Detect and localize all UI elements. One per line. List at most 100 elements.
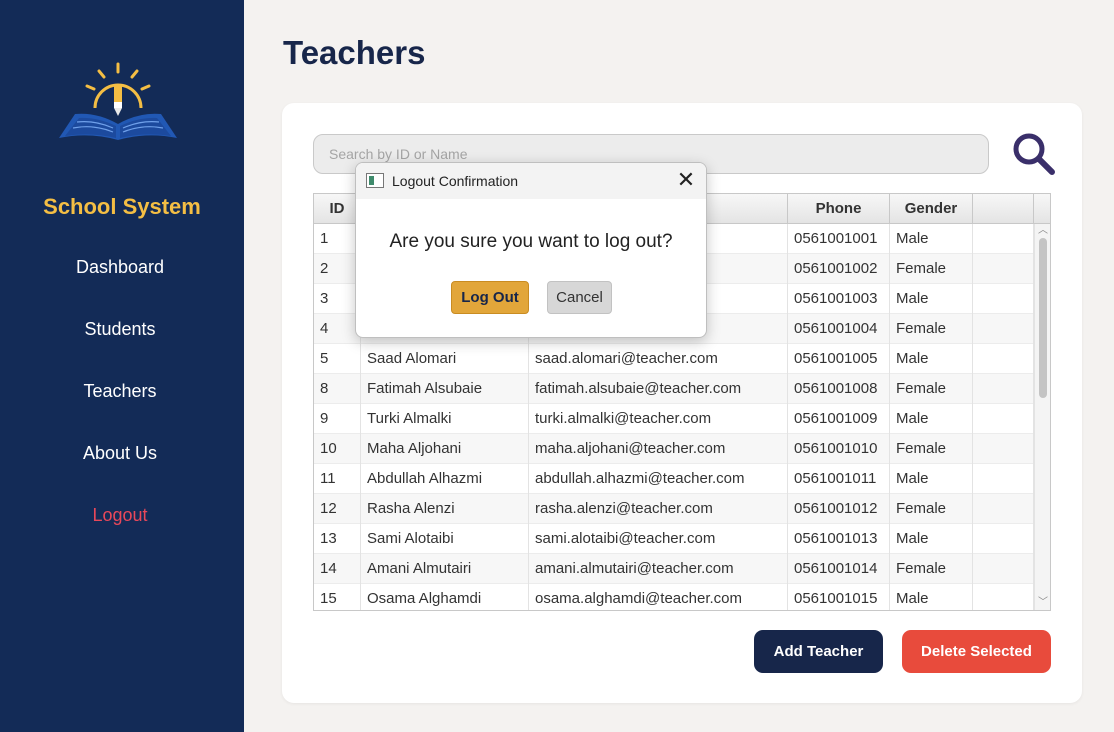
nav-dashboard[interactable]: Dashboard bbox=[0, 257, 240, 278]
cell-phone: 0561001004 bbox=[788, 314, 890, 344]
sidebar: School System Dashboard Students Teacher… bbox=[0, 0, 244, 732]
cell-phone: 0561001005 bbox=[788, 344, 890, 374]
cell-gender: Female bbox=[890, 494, 973, 524]
cell-phone: 0561001014 bbox=[788, 554, 890, 584]
cell-extra bbox=[973, 524, 1034, 554]
table-row[interactable]: 5 Saad Alomari saad.alomari@teacher.com 056… bbox=[314, 344, 1034, 374]
cell-email: osama.alghamdi@teacher.com bbox=[529, 584, 788, 610]
cell-gender: Female bbox=[890, 374, 973, 404]
cell-phone: 0561001010 bbox=[788, 434, 890, 464]
table-row[interactable]: 13 Sami Alotaibi sami.alotaibi@teacher.com… bbox=[314, 524, 1034, 554]
cell-name: Rasha Alenzi bbox=[361, 494, 529, 524]
cell-extra bbox=[973, 314, 1034, 344]
cell-extra bbox=[973, 584, 1034, 610]
cell-phone: 0561001002 bbox=[788, 254, 890, 284]
table-row[interactable]: 11 Abdullah Alhazmi abdullah.alhazmi@teach… bbox=[314, 464, 1034, 494]
cell-phone: 0561001015 bbox=[788, 584, 890, 610]
nav-teachers[interactable]: Teachers bbox=[0, 381, 240, 402]
cell-email: fatimah.alsubaie@teacher.com bbox=[529, 374, 788, 404]
cell-name: Saad Alomari bbox=[361, 344, 529, 374]
cell-phone: 0561001009 bbox=[788, 404, 890, 434]
cell-extra bbox=[973, 284, 1034, 314]
cell-name: Amani Almutairi bbox=[361, 554, 529, 584]
cell-id: 9 bbox=[314, 404, 361, 434]
cell-phone: 0561001012 bbox=[788, 494, 890, 524]
cell-name: Maha Aljohani bbox=[361, 434, 529, 464]
cell-email: sami.alotaibi@teacher.com bbox=[529, 524, 788, 554]
logout-dialog: Logout Confirmation ✕ Are you sure you w… bbox=[355, 162, 707, 338]
cell-name: Osama Alghamdi bbox=[361, 584, 529, 610]
table-row[interactable]: 10 Maha Aljohani maha.aljohani@teacher.com… bbox=[314, 434, 1034, 464]
cell-email: saad.alomari@teacher.com bbox=[529, 344, 788, 374]
cell-id: 11 bbox=[314, 464, 361, 494]
add-teacher-button[interactable]: Add Teacher bbox=[754, 630, 883, 673]
cell-gender: Male bbox=[890, 284, 973, 314]
school-logo-icon bbox=[59, 62, 177, 140]
table-row[interactable]: 15 Osama Alghamdi osama.alghamdi@teacher.c… bbox=[314, 584, 1034, 610]
scroll-thumb[interactable] bbox=[1039, 238, 1047, 398]
table-scrollbar[interactable]: ︿ ﹀ bbox=[1034, 224, 1050, 610]
cell-id: 2 bbox=[314, 254, 361, 284]
cancel-button[interactable]: Cancel bbox=[547, 281, 612, 314]
confirm-logout-button[interactable]: Log Out bbox=[451, 281, 529, 314]
cell-email: maha.aljohani@teacher.com bbox=[529, 434, 788, 464]
cell-gender: Female bbox=[890, 314, 973, 344]
cell-id: 13 bbox=[314, 524, 361, 554]
page-title: Teachers bbox=[283, 34, 426, 71]
cell-gender: Male bbox=[890, 584, 973, 610]
cell-name: Turki Almalki bbox=[361, 404, 529, 434]
cell-email: abdullah.alhazmi@teacher.com bbox=[529, 464, 788, 494]
column-header-phone[interactable]: Phone bbox=[788, 194, 890, 224]
dialog-message: Are you sure you want to log out? bbox=[389, 231, 673, 252]
table-row[interactable]: 8 Fatimah Alsubaie fatimah.alsubaie@teache… bbox=[314, 374, 1034, 404]
window-app-icon bbox=[366, 173, 384, 188]
cell-phone: 0561001013 bbox=[788, 524, 890, 554]
cell-phone: 0561001011 bbox=[788, 464, 890, 494]
search-icon[interactable] bbox=[1011, 131, 1057, 177]
cell-id: 1 bbox=[314, 224, 361, 254]
cell-gender: Male bbox=[890, 224, 973, 254]
close-icon[interactable]: ✕ bbox=[674, 169, 698, 193]
nav-logout[interactable]: Logout bbox=[0, 505, 240, 526]
cell-id: 15 bbox=[314, 584, 361, 610]
cell-gender: Female bbox=[890, 434, 973, 464]
table-row[interactable]: 12 Rasha Alenzi rasha.alenzi@teacher.com 05… bbox=[314, 494, 1034, 524]
cell-extra bbox=[973, 224, 1034, 254]
cell-id: 4 bbox=[314, 314, 361, 344]
cell-phone: 0561001001 bbox=[788, 224, 890, 254]
cell-gender: Male bbox=[890, 344, 973, 374]
column-header-id[interactable]: ID bbox=[314, 194, 361, 224]
dialog-titlebar: Logout Confirmation ✕ bbox=[356, 163, 706, 199]
cell-id: 5 bbox=[314, 344, 361, 374]
cell-email: rasha.alenzi@teacher.com bbox=[529, 494, 788, 524]
dialog-title: Logout Confirmation bbox=[392, 173, 519, 189]
app-brand-title: School System bbox=[43, 194, 201, 219]
table-row[interactable]: 9 Turki Almalki turki.almalki@teacher.com 0… bbox=[314, 404, 1034, 434]
cell-extra bbox=[973, 434, 1034, 464]
cell-extra bbox=[973, 554, 1034, 584]
cell-extra bbox=[973, 464, 1034, 494]
cell-id: 12 bbox=[314, 494, 361, 524]
cell-gender: Male bbox=[890, 464, 973, 494]
cell-gender: Female bbox=[890, 554, 973, 584]
cell-extra bbox=[973, 494, 1034, 524]
scroll-down-icon[interactable]: ﹀ bbox=[1035, 596, 1050, 610]
cell-phone: 0561001008 bbox=[788, 374, 890, 404]
nav-about-us[interactable]: About Us bbox=[0, 443, 240, 464]
cell-id: 3 bbox=[314, 284, 361, 314]
cell-gender: Male bbox=[890, 404, 973, 434]
table-row[interactable]: 14 Amani Almutairi amani.almutairi@teacher… bbox=[314, 554, 1034, 584]
cell-id: 8 bbox=[314, 374, 361, 404]
cell-extra bbox=[973, 254, 1034, 284]
column-header-extra bbox=[973, 194, 1034, 224]
cell-name: Sami Alotaibi bbox=[361, 524, 529, 554]
cell-email: amani.almutairi@teacher.com bbox=[529, 554, 788, 584]
column-header-gender[interactable]: Gender bbox=[890, 194, 973, 224]
cell-phone: 0561001003 bbox=[788, 284, 890, 314]
cell-name: Abdullah Alhazmi bbox=[361, 464, 529, 494]
cell-id: 10 bbox=[314, 434, 361, 464]
delete-selected-button[interactable]: Delete Selected bbox=[902, 630, 1051, 673]
nav-students[interactable]: Students bbox=[0, 319, 240, 340]
cell-gender: Male bbox=[890, 524, 973, 554]
scroll-up-icon[interactable]: ︿ bbox=[1035, 224, 1050, 238]
